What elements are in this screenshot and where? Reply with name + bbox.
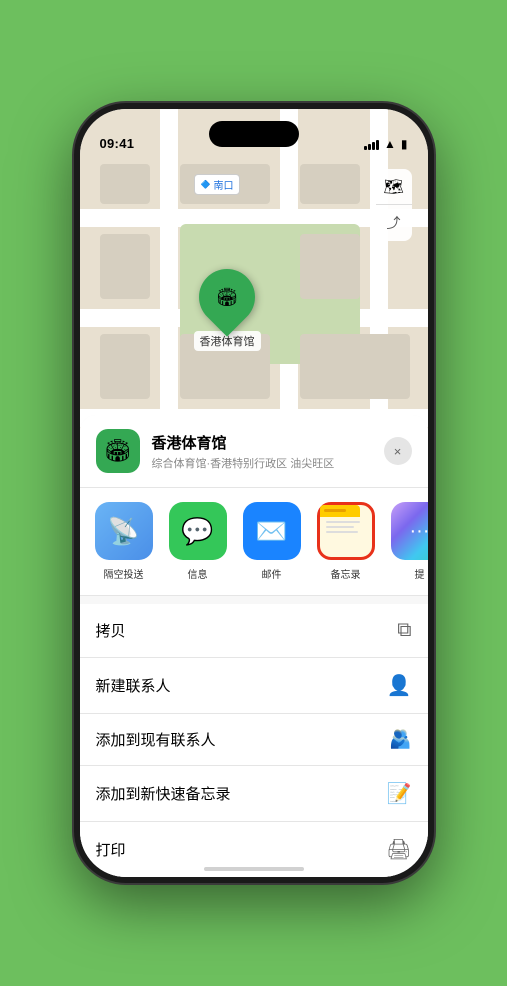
message-emoji: 💬 bbox=[181, 516, 213, 547]
venue-emoji: 🏟 bbox=[104, 438, 132, 464]
share-item-message[interactable]: 💬 信息 bbox=[166, 502, 230, 581]
copy-label: 拷贝 bbox=[96, 620, 126, 641]
action-new-contact[interactable]: 新建联系人 👤 bbox=[80, 658, 428, 714]
location-arrow-icon: ⤴ bbox=[387, 213, 401, 233]
share-row: 📡 隔空投送 💬 信息 ✉️ 邮件 bbox=[80, 488, 428, 596]
dynamic-island bbox=[209, 121, 299, 147]
venue-name: 香港体育馆 bbox=[152, 432, 372, 453]
quick-note-icon: 📝 bbox=[387, 781, 412, 806]
action-add-existing-contact[interactable]: 添加到现有联系人 🫂 bbox=[80, 714, 428, 766]
more-emoji: ··· bbox=[410, 520, 428, 543]
add-existing-icon: 🫂 bbox=[389, 729, 411, 750]
venue-card: 🏟 香港体育馆 综合体育馆·香港特别行政区 油尖旺区 × bbox=[80, 415, 428, 488]
battery-icon: ▮ bbox=[401, 137, 408, 151]
share-item-notes[interactable]: 备忘录 bbox=[314, 502, 378, 581]
home-indicator bbox=[204, 867, 304, 871]
share-item-mail[interactable]: ✉️ 邮件 bbox=[240, 502, 304, 581]
signal-icon bbox=[364, 139, 379, 150]
map-controls: 🗺 ⤴ bbox=[376, 169, 412, 241]
airdrop-emoji: 📡 bbox=[107, 516, 139, 547]
phone-screen: 09:41 ▲ ▮ bbox=[80, 109, 428, 877]
map-tag-text: 南口 bbox=[213, 177, 233, 192]
quick-note-label: 添加到新快速备忘录 bbox=[96, 783, 231, 804]
venue-subtitle: 综合体育馆·香港特别行政区 油尖旺区 bbox=[152, 455, 372, 471]
close-icon: × bbox=[394, 444, 402, 459]
notes-icon bbox=[317, 502, 375, 560]
airdrop-icon: 📡 bbox=[95, 502, 153, 560]
mail-icon: ✉️ bbox=[243, 502, 301, 560]
share-item-airdrop[interactable]: 📡 隔空投送 bbox=[92, 502, 156, 581]
message-icon: 💬 bbox=[169, 502, 227, 560]
map-block-8 bbox=[300, 334, 410, 399]
mail-label: 邮件 bbox=[262, 566, 282, 581]
phone-frame: 09:41 ▲ ▮ bbox=[74, 103, 434, 883]
location-pin: 🏟 香港体育馆 bbox=[194, 269, 261, 351]
more-label: 提 bbox=[415, 566, 425, 581]
map-block-3 bbox=[300, 164, 360, 204]
status-icons: ▲ ▮ bbox=[364, 137, 408, 151]
venue-icon: 🏟 bbox=[96, 429, 140, 473]
message-label: 信息 bbox=[188, 566, 208, 581]
map-block-4 bbox=[100, 234, 150, 299]
pin-circle: 🏟 bbox=[187, 257, 266, 336]
airdrop-label: 隔空投送 bbox=[104, 566, 144, 581]
mail-emoji: ✉️ bbox=[255, 516, 287, 547]
map-tag-icon: 🔷 bbox=[201, 180, 211, 189]
bottom-sheet: 🏟 香港体育馆 综合体育馆·香港特别行政区 油尖旺区 × 📡 隔空投送 bbox=[80, 415, 428, 877]
new-contact-label: 新建联系人 bbox=[96, 675, 171, 696]
map-block-6 bbox=[100, 334, 150, 399]
map-icon: 🗺 bbox=[383, 177, 403, 197]
print-icon: 🖨 bbox=[386, 837, 411, 862]
action-list: 拷贝 ⧉ 新建联系人 👤 添加到现有联系人 🫂 添加到新快速备忘录 📝 打印 bbox=[80, 604, 428, 877]
map-view-toggle-button[interactable]: 🗺 bbox=[376, 169, 412, 205]
map-south-entrance-label: 🔷 南口 bbox=[194, 174, 241, 195]
map-block-5 bbox=[300, 234, 360, 299]
action-quick-note[interactable]: 添加到新快速备忘录 📝 bbox=[80, 766, 428, 822]
status-time: 09:41 bbox=[100, 136, 135, 151]
print-label: 打印 bbox=[96, 839, 126, 860]
new-contact-icon: 👤 bbox=[387, 673, 412, 698]
more-icon: ··· bbox=[391, 502, 428, 560]
pin-inner: 🏟 bbox=[207, 277, 247, 317]
location-button[interactable]: ⤴ bbox=[376, 205, 412, 241]
wifi-icon: ▲ bbox=[384, 137, 396, 151]
add-existing-label: 添加到现有联系人 bbox=[96, 729, 216, 750]
stadium-icon: 🏟 bbox=[216, 287, 239, 308]
map-block-1 bbox=[100, 164, 150, 204]
action-copy[interactable]: 拷贝 ⧉ bbox=[80, 604, 428, 658]
close-button[interactable]: × bbox=[384, 437, 412, 465]
share-item-more[interactable]: ··· 提 bbox=[388, 502, 428, 581]
copy-icon: ⧉ bbox=[397, 619, 411, 642]
venue-info: 香港体育馆 综合体育馆·香港特别行政区 油尖旺区 bbox=[152, 432, 372, 471]
notes-label: 备忘录 bbox=[331, 566, 361, 581]
